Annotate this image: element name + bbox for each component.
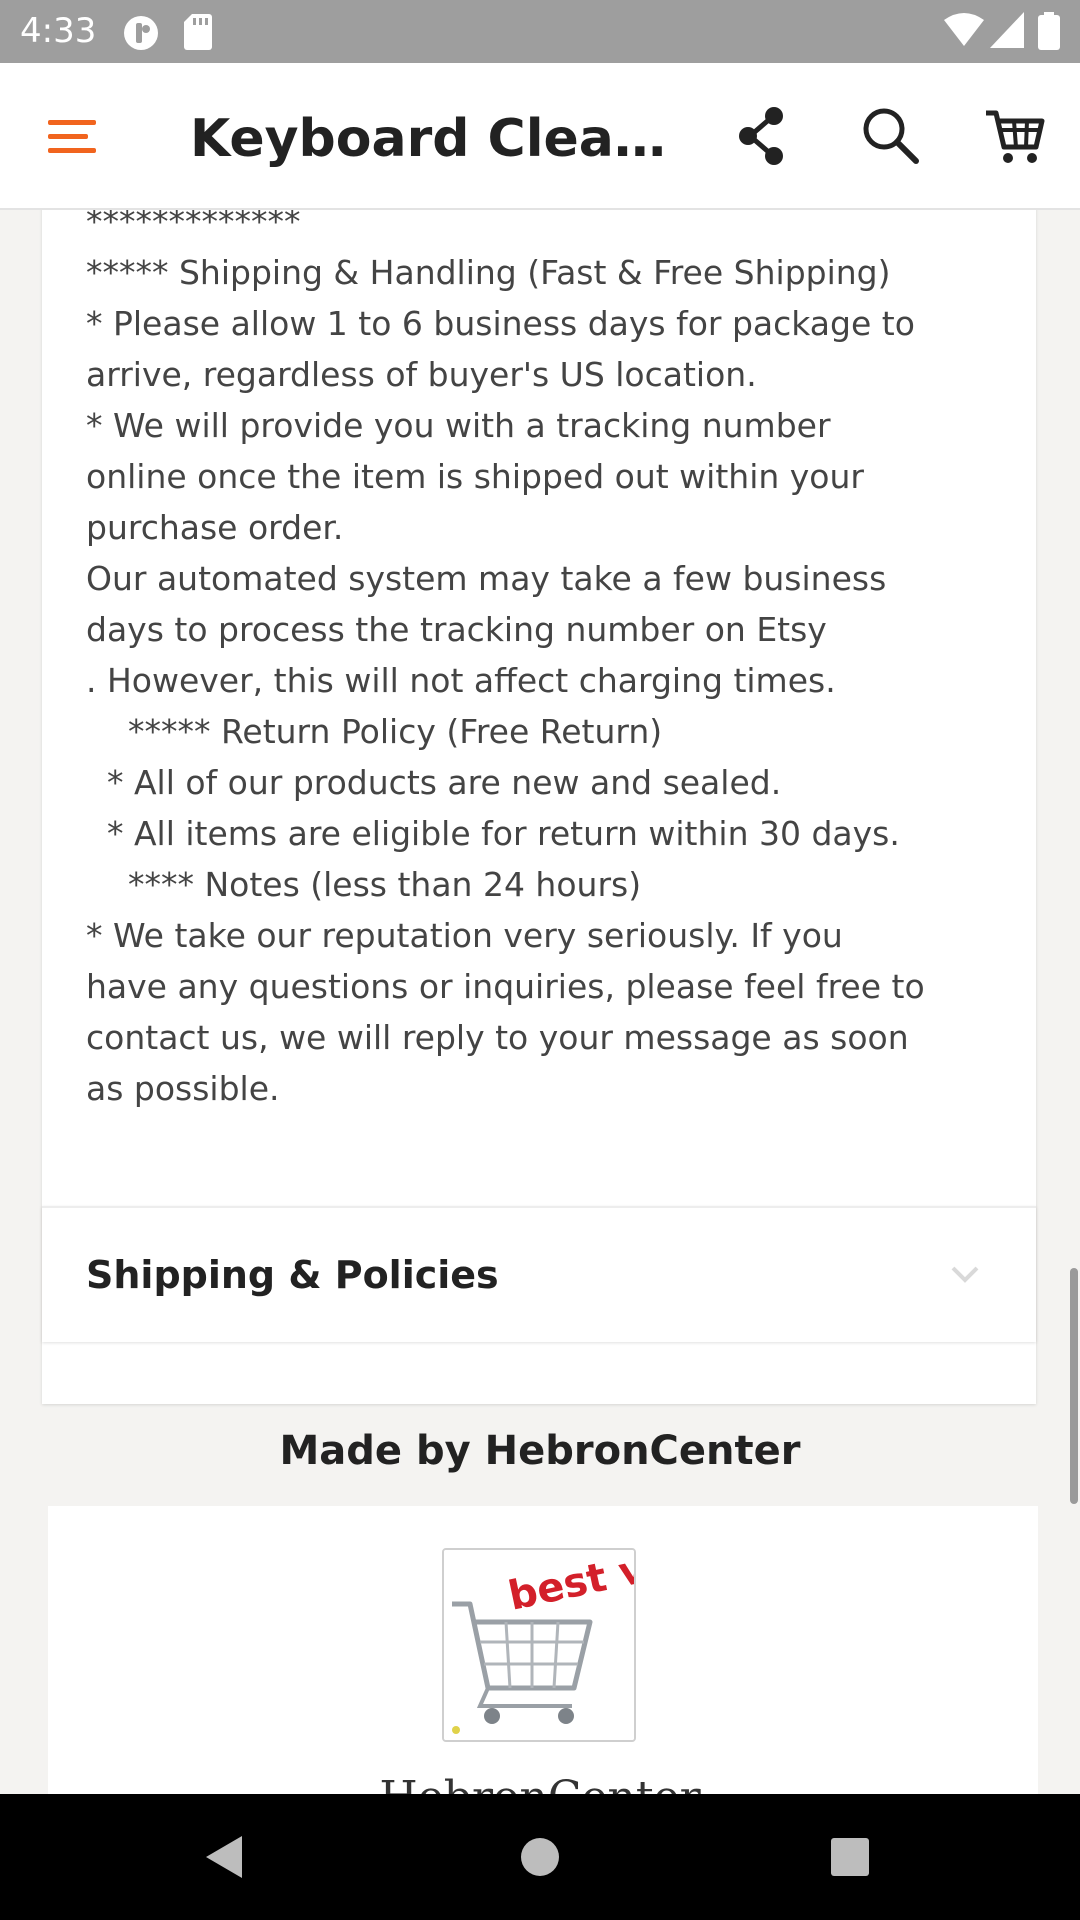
home-button[interactable] <box>507 1824 573 1890</box>
share-icon <box>739 107 783 165</box>
scrollbar[interactable] <box>1070 1268 1078 1504</box>
made-by-heading: Made by HebronCenter <box>279 1428 801 1474</box>
app-bar: Keyboard Cleane... <box>0 63 1080 210</box>
description-line: * All items are eligible for return with… <box>86 814 900 853</box>
description-line: * We will provide you with a tracking nu… <box>86 406 831 445</box>
chevron-down-icon <box>951 1266 979 1283</box>
menu-button[interactable] <box>38 106 108 166</box>
description-line: arrive, regardless of buyer's US locatio… <box>86 355 757 394</box>
wifi-icon <box>944 12 984 50</box>
cellular-signal-icon <box>990 12 1024 52</box>
cart-icon <box>986 110 1045 163</box>
description-line: ************* <box>86 210 301 241</box>
shopping-cart-icon: best value <box>444 1550 634 1740</box>
description-line: purchase order. <box>86 508 344 547</box>
page-title: Keyboard Cleane... <box>190 109 680 169</box>
notification-app-icon <box>122 14 160 56</box>
description-line: have any questions or inquiries, please … <box>86 967 925 1006</box>
recents-icon <box>831 1838 869 1876</box>
back-button[interactable] <box>192 1824 258 1890</box>
status-bar: 4:33 <box>0 0 1080 63</box>
battery-icon <box>1038 12 1060 54</box>
shipping-policies-label: Shipping & Policies <box>86 1253 499 1297</box>
description-line: days to process the tracking number on E… <box>86 610 827 649</box>
recents-button[interactable] <box>817 1824 883 1890</box>
screen: 4:33 Keyboard Cleane ************* *****… <box>0 0 1080 1920</box>
description-line: * Please allow 1 to 6 business days for … <box>86 304 915 343</box>
shipping-policies-toggle[interactable]: Shipping & Policies <box>42 1206 1036 1342</box>
search-button[interactable] <box>858 103 924 169</box>
description-line: contact us, we will reply to your messag… <box>86 1018 909 1057</box>
description-line: Our automated system may take a few busi… <box>86 559 887 598</box>
status-time: 4:33 <box>20 11 97 51</box>
description-line: * We take our reputation very seriously.… <box>86 916 843 955</box>
description-line: online once the item is shipped out with… <box>86 457 864 496</box>
menu-icon <box>48 120 96 153</box>
listing-content[interactable]: ************* ***** Shipping & Handling (… <box>0 210 1080 1794</box>
description-line: * All of our products are new and sealed… <box>86 763 782 802</box>
description-line: . However, this will not affect charging… <box>86 661 836 700</box>
shop-avatar[interactable]: best value <box>442 1548 636 1742</box>
description-line: **** Notes (less than 24 hours) <box>86 865 642 904</box>
back-icon <box>206 1836 242 1878</box>
home-icon <box>521 1838 559 1876</box>
cart-button[interactable] <box>982 103 1048 169</box>
sd-card-icon <box>184 14 212 54</box>
description-line: ***** Shipping & Handling (Fast & Free S… <box>86 253 891 292</box>
description-line: as possible. <box>86 1069 280 1108</box>
search-icon <box>863 108 919 164</box>
shop-name[interactable]: HebronCenter <box>0 1772 1080 1794</box>
navigation-bar <box>0 1794 1080 1920</box>
share-button[interactable] <box>730 103 796 169</box>
description-line: ***** Return Policy (Free Return) <box>86 712 663 751</box>
